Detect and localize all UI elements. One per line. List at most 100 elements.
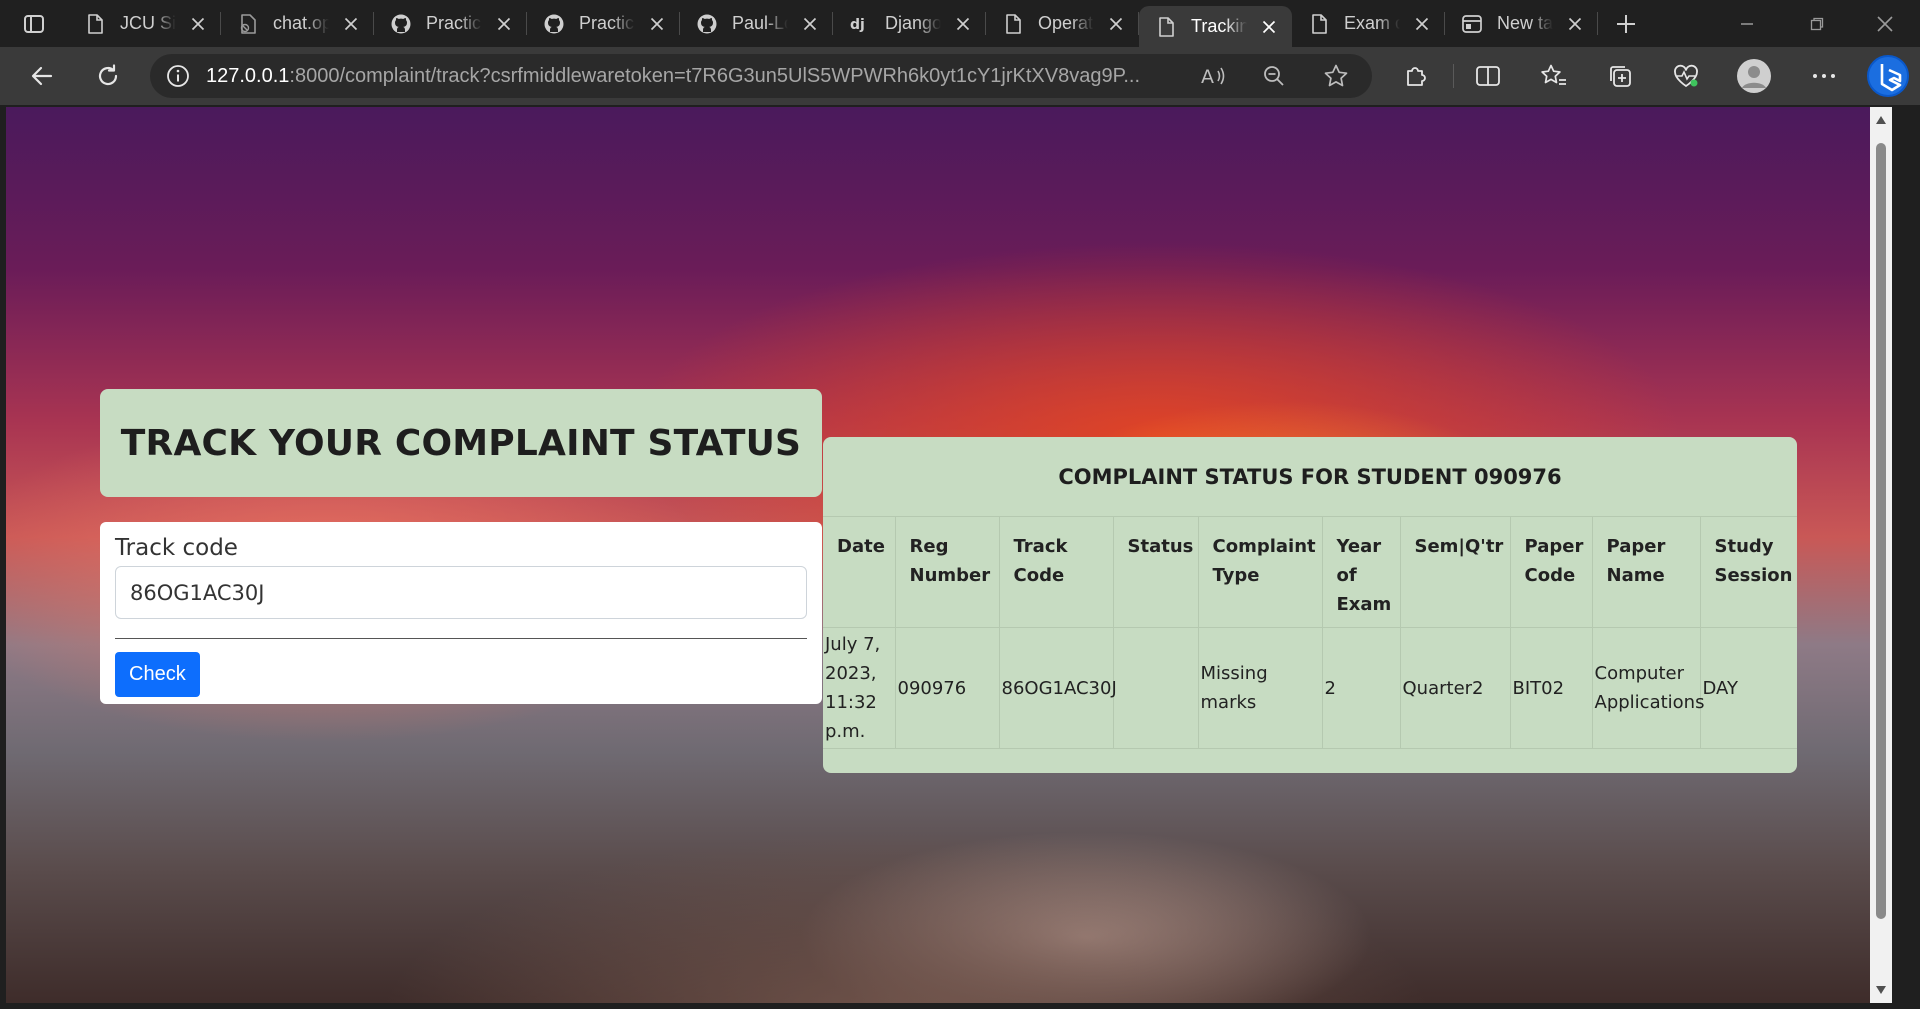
back-button[interactable]: [10, 47, 74, 105]
tab-favicon: [543, 13, 565, 35]
minimize-window-button[interactable]: [1712, 0, 1782, 47]
zoom-button[interactable]: [1246, 54, 1302, 98]
tab-close-button[interactable]: [1260, 18, 1278, 36]
column-header: Reg Number: [895, 517, 1000, 628]
close-icon: [1568, 17, 1582, 30]
tab-close-button[interactable]: [648, 15, 666, 33]
close-icon: [956, 17, 970, 30]
tab-title: Trackin: [1191, 16, 1247, 36]
favorites-star-list-icon: [1541, 64, 1566, 85]
page-viewport: TRACK YOUR COMPLAINT STATUS Track code C…: [6, 107, 1892, 1003]
page-icon: [88, 13, 103, 34]
django-icon: dj: [850, 17, 865, 33]
tab-close-button[interactable]: [342, 15, 360, 33]
column-header: Paper Code: [1510, 517, 1593, 628]
address-bar[interactable]: 127.0.0.1:8000/complaint/track?csrfmiddl…: [150, 54, 1372, 98]
table-cell: Missing marks: [1198, 627, 1323, 749]
tab-active[interactable]: Trackin: [1139, 6, 1292, 47]
star-icon: [1324, 64, 1348, 87]
close-icon: [803, 17, 817, 30]
browser-tab[interactable]: Practic: [374, 0, 527, 47]
new-tab-button[interactable]: [1598, 0, 1654, 47]
tab-favicon: dj: [849, 13, 871, 35]
table-cell: 090976: [895, 627, 1000, 749]
plus-icon: [1617, 14, 1635, 33]
tab-favicon: [1461, 13, 1483, 35]
copilot-button[interactable]: [1856, 47, 1920, 105]
restore-window-button[interactable]: [1782, 0, 1852, 47]
favorite-button[interactable]: [1308, 54, 1364, 98]
column-header: Date: [823, 517, 896, 628]
browser-essentials-button[interactable]: [1654, 47, 1718, 105]
tab-title: Exam c: [1344, 13, 1400, 33]
scroll-down-arrow-icon[interactable]: [1875, 985, 1887, 995]
tab-title: Practic: [579, 13, 635, 33]
minimize-icon: [1741, 22, 1753, 25]
tab-close-button[interactable]: [1566, 15, 1584, 33]
extensions-button[interactable]: [1384, 47, 1448, 105]
heart-pulse-icon: [1674, 64, 1698, 88]
column-header: Track Code: [999, 517, 1114, 628]
page-icon: [1312, 13, 1327, 34]
browser-tab[interactable]: Operat: [986, 0, 1139, 47]
split-screen-button[interactable]: [1456, 47, 1520, 105]
tab-actions-icon: [24, 14, 44, 33]
browser-tab[interactable]: Practic: [527, 0, 680, 47]
column-header: Sem|Q'tr: [1400, 517, 1511, 628]
close-icon: [650, 17, 664, 30]
tab-close-button[interactable]: [189, 15, 207, 33]
tab-favicon: [237, 13, 259, 35]
browser-tab[interactable]: New ta: [1445, 0, 1598, 47]
tab-favicon: [1155, 16, 1177, 38]
url-text[interactable]: 127.0.0.1:8000/complaint/track?csrfmiddl…: [206, 65, 1168, 88]
close-icon: [1262, 20, 1276, 33]
browser-tab-strip: JCU Sir chat.op Practic Practic Paul-Lo dj Dja…: [0, 0, 1920, 47]
tab-title: JCU Sir: [120, 13, 176, 33]
form-divider: [115, 638, 807, 639]
tab-favicon: [84, 13, 106, 35]
browser-tab[interactable]: Exam c: [1292, 0, 1445, 47]
browser-tab[interactable]: chat.op: [221, 0, 374, 47]
tab-title: New ta: [1497, 13, 1553, 33]
track-form: Track code Check: [100, 522, 822, 704]
read-aloud-button[interactable]: A: [1186, 54, 1242, 98]
close-icon: [497, 17, 511, 30]
browser-toolbar: 127.0.0.1:8000/complaint/track?csrfmiddl…: [0, 47, 1920, 105]
tab-close-button[interactable]: [954, 15, 972, 33]
page-scrollbar[interactable]: [1870, 107, 1892, 1003]
github-icon: [697, 14, 717, 33]
back-arrow-icon: [31, 66, 53, 86]
settings-more-button[interactable]: [1792, 47, 1856, 105]
zoom-out-icon: [1264, 66, 1284, 86]
tab-close-button[interactable]: [1107, 15, 1125, 33]
browser-tab[interactable]: JCU Sir: [68, 0, 221, 47]
close-icon: [1415, 17, 1429, 30]
tab-title: Django: [885, 13, 941, 33]
tab-actions-button[interactable]: [0, 0, 68, 47]
profile-button[interactable]: [1722, 47, 1786, 105]
github-icon: [544, 14, 564, 33]
scrollbar-thumb[interactable]: [1876, 143, 1886, 919]
table-header-row: Date Reg Number Track Code Status Complaint …: [823, 517, 1797, 628]
site-info-button[interactable]: [150, 54, 206, 98]
browser-tab[interactable]: dj Django: [833, 0, 986, 47]
tab-close-button[interactable]: [495, 15, 513, 33]
check-button[interactable]: Check: [115, 652, 200, 697]
column-header: Year of Exam: [1322, 517, 1401, 628]
table-cell: DAY: [1700, 627, 1797, 749]
favorites-button[interactable]: [1522, 47, 1586, 105]
track-code-input[interactable]: [115, 566, 807, 619]
url-host: 127.0.0.1: [206, 64, 290, 87]
close-window-button[interactable]: [1850, 0, 1920, 47]
collections-button[interactable]: [1588, 47, 1652, 105]
info-icon: [167, 65, 189, 87]
browser-tab[interactable]: Paul-Lo: [680, 0, 833, 47]
close-icon: [344, 17, 358, 30]
svg-text:dj: dj: [850, 17, 865, 33]
table-cell: [1113, 627, 1199, 749]
tab-title: Paul-Lo: [732, 13, 788, 33]
scroll-up-arrow-icon[interactable]: [1875, 115, 1887, 125]
tab-close-button[interactable]: [1413, 15, 1431, 33]
tab-close-button[interactable]: [801, 15, 819, 33]
reload-button[interactable]: [76, 47, 140, 105]
